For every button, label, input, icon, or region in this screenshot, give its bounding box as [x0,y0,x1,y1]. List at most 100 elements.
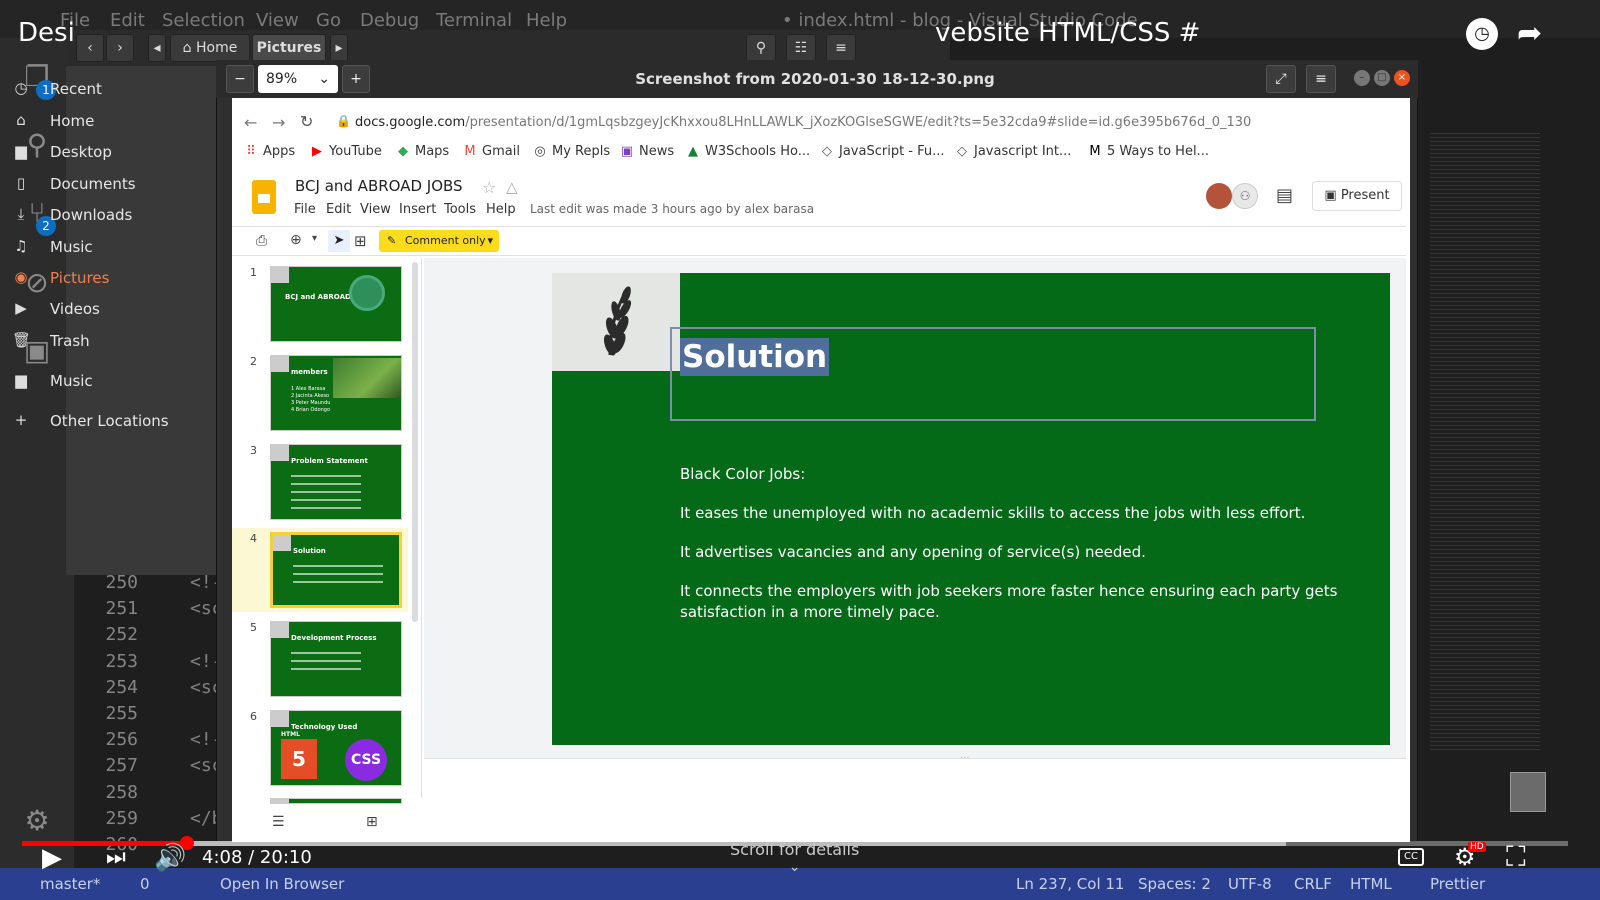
sidebar-item-videos[interactable]: ▶ Videos [0,294,152,324]
bookmark-news[interactable]: ▣ News [620,144,674,159]
vscode-menu-debug[interactable]: Debug [360,10,419,31]
slide-thumbnail[interactable]: Problem Statement [270,444,402,520]
bookmark-maps[interactable]: ◆ Maps [396,144,449,159]
vscode-menu-edit[interactable]: Edit [110,10,145,31]
print-icon[interactable]: ⎙ [256,233,267,249]
hamburger-menu-icon[interactable]: ≡ [1306,65,1336,93]
slide-thumbnail[interactable]: members 1 Alex Barasa 2 Jacinta Akeso 3 Pet… [270,355,402,431]
sidebar-item-desktop[interactable]: ▆ Desktop [0,137,152,167]
bookmark-apps[interactable]: ⠿ Apps [244,144,295,159]
bookmark-gmail[interactable]: M Gmail [463,144,520,159]
video-title-left[interactable]: Desi [18,18,75,48]
sidebar-item-music[interactable]: ▆ Music [0,366,152,396]
drag-handle-icon[interactable]: ··· [960,753,970,764]
slide-thumbnail[interactable]: Development Process [270,621,402,697]
next-track-icon[interactable]: ⏭ [106,845,126,870]
bookmark-5-ways-to-hel[interactable]: M 5 Ways to Hel... [1088,144,1209,159]
watch-later-clock-icon[interactable]: ◷ [1466,18,1498,50]
slide-thumbnail[interactable] [270,798,402,804]
bookmark-javascript-fu[interactable]: ◇ JavaScript - Fu... [820,144,945,159]
bookmark-w3schools-ho[interactable]: ▲ W3Schools Ho... [686,144,810,159]
back-arrow-icon[interactable]: ← [244,113,257,132]
url-text[interactable]: docs.google.com/presentation/d/1gmLqsbzg… [355,115,1251,130]
breadcrumb-home[interactable]: ⌂ Home [170,34,250,62]
speaker-notes-area[interactable]: ··· [424,753,1406,842]
minimap[interactable] [1430,130,1540,750]
sidebar-item-downloads[interactable]: ⤓ Downloads [0,200,152,230]
comment-only-button[interactable]: ✎ Comment only ▾ [379,230,499,252]
minimize-window-icon[interactable]: – [1354,70,1370,86]
open-in-browser[interactable]: Open In Browser [220,875,344,893]
slides-menu-view[interactable]: View [360,202,391,217]
language-mode[interactable]: HTML [1350,875,1392,893]
slide-thumbnail[interactable]: Technology Used 5 HTML CSS [270,710,402,786]
vscode-menu-selection[interactable]: Selection [162,10,245,31]
zoom-dropdown-icon[interactable]: ▾ [312,233,317,244]
filmstrip-scrollbar[interactable] [412,262,418,622]
fullscreen-icon[interactable]: ⤢ [1266,65,1296,93]
path-left-arrow-icon[interactable]: ◂ [148,34,166,62]
play-icon[interactable]: ▶ [42,843,62,873]
present-button[interactable]: ▣ Present [1312,181,1402,211]
settings-gear-icon[interactable]: ⚙ [18,802,56,840]
close-window-icon[interactable]: × [1394,70,1410,86]
sidebar-item-home[interactable]: ⌂ Home [0,106,152,136]
slide-thumbnail[interactable]: Solution [270,532,402,608]
line-ending[interactable]: CRLF [1294,875,1332,893]
star-icon[interactable]: ☆ [482,178,496,197]
bookmark-youtube[interactable]: ▶ YouTube [310,144,382,159]
scroll-for-details[interactable]: Scroll for details ⌄ [730,840,859,875]
zoom-select[interactable]: 89% ⌄ [258,65,338,93]
bookmark-javascript-int[interactable]: ◇ Javascript Int... [955,144,1071,159]
path-right-arrow-icon[interactable]: ▸ [330,34,348,62]
vscode-menu-terminal[interactable]: Terminal [436,10,512,31]
drive-icon[interactable]: △ [506,178,518,196]
volume-icon[interactable]: 🔊 [154,843,186,873]
grid-view-icon[interactable]: ⊞ [366,814,378,830]
file-encoding[interactable]: UTF-8 [1228,875,1272,893]
slides-menu-file[interactable]: File [294,202,316,217]
share-people-icon[interactable]: ⚇ [1232,183,1258,209]
prettier-status[interactable]: Prettier [1430,875,1485,893]
bookmark-my-repls[interactable]: ◎ My Repls [533,144,610,159]
forward-arrow-icon[interactable]: → [272,113,285,132]
vscode-menu-view[interactable]: View [256,10,299,31]
sidebar-item-music[interactable]: ♫ Music [0,232,152,262]
view-options-icon[interactable]: ☷ [786,34,816,62]
forward-button[interactable]: › [106,34,134,62]
search-icon[interactable]: ⚲ [746,34,776,62]
error-count[interactable]: 0 [140,875,150,893]
zoom-icon[interactable]: ⊕ [290,232,302,248]
vscode-menu-help[interactable]: Help [526,10,567,31]
slides-menu-insert[interactable]: Insert [399,202,436,217]
exit-fullscreen-icon[interactable]: ⛶ [1506,840,1526,874]
slides-menu-help[interactable]: Help [486,202,516,217]
menu-icon[interactable]: ≡ [826,34,856,62]
slides-menu-edit[interactable]: Edit [326,202,351,217]
avatar[interactable] [1206,183,1232,209]
comments-icon[interactable]: ▤ [1276,185,1293,206]
sidebar-item-other-locations[interactable]: + Other Locations [0,406,169,436]
slides-menu-tools[interactable]: Tools [444,202,476,217]
git-branch[interactable]: master* [40,875,100,893]
sidebar-item-documents[interactable]: ▯ Documents [0,169,152,199]
sidebar-item-pictures[interactable]: ◉ Pictures [0,263,152,293]
zoom-out-button[interactable]: − [226,65,254,93]
select-cursor-icon[interactable]: ➤ [328,230,350,252]
share-arrow-icon[interactable]: ➦ [1517,16,1542,51]
list-view-icon[interactable]: ☰ [272,814,285,830]
slide-thumbnail[interactable]: BCJ and ABROAD JOBS [270,266,402,342]
slides-logo-icon[interactable] [252,180,276,214]
cursor-position[interactable]: Ln 237, Col 11 [1016,875,1124,893]
back-button[interactable]: ‹ [76,34,104,62]
indent-spaces[interactable]: Spaces: 2 [1138,875,1211,893]
sidebar-item-trash[interactable]: 🗑 Trash [0,326,152,356]
video-title-right[interactable]: vebsite HTML/CSS # [935,18,1200,48]
maximize-window-icon[interactable]: □ [1374,70,1390,86]
add-comment-icon[interactable]: ⊞ [354,232,367,250]
captions-icon[interactable]: CC [1398,848,1424,866]
last-edit-note[interactable]: Last edit was made 3 hours ago by alex b… [530,202,814,216]
reload-icon[interactable]: ↻ [300,112,313,131]
sidebar-item-recent[interactable]: ◷ Recent [0,74,152,104]
vscode-menu-go[interactable]: Go [316,10,341,31]
